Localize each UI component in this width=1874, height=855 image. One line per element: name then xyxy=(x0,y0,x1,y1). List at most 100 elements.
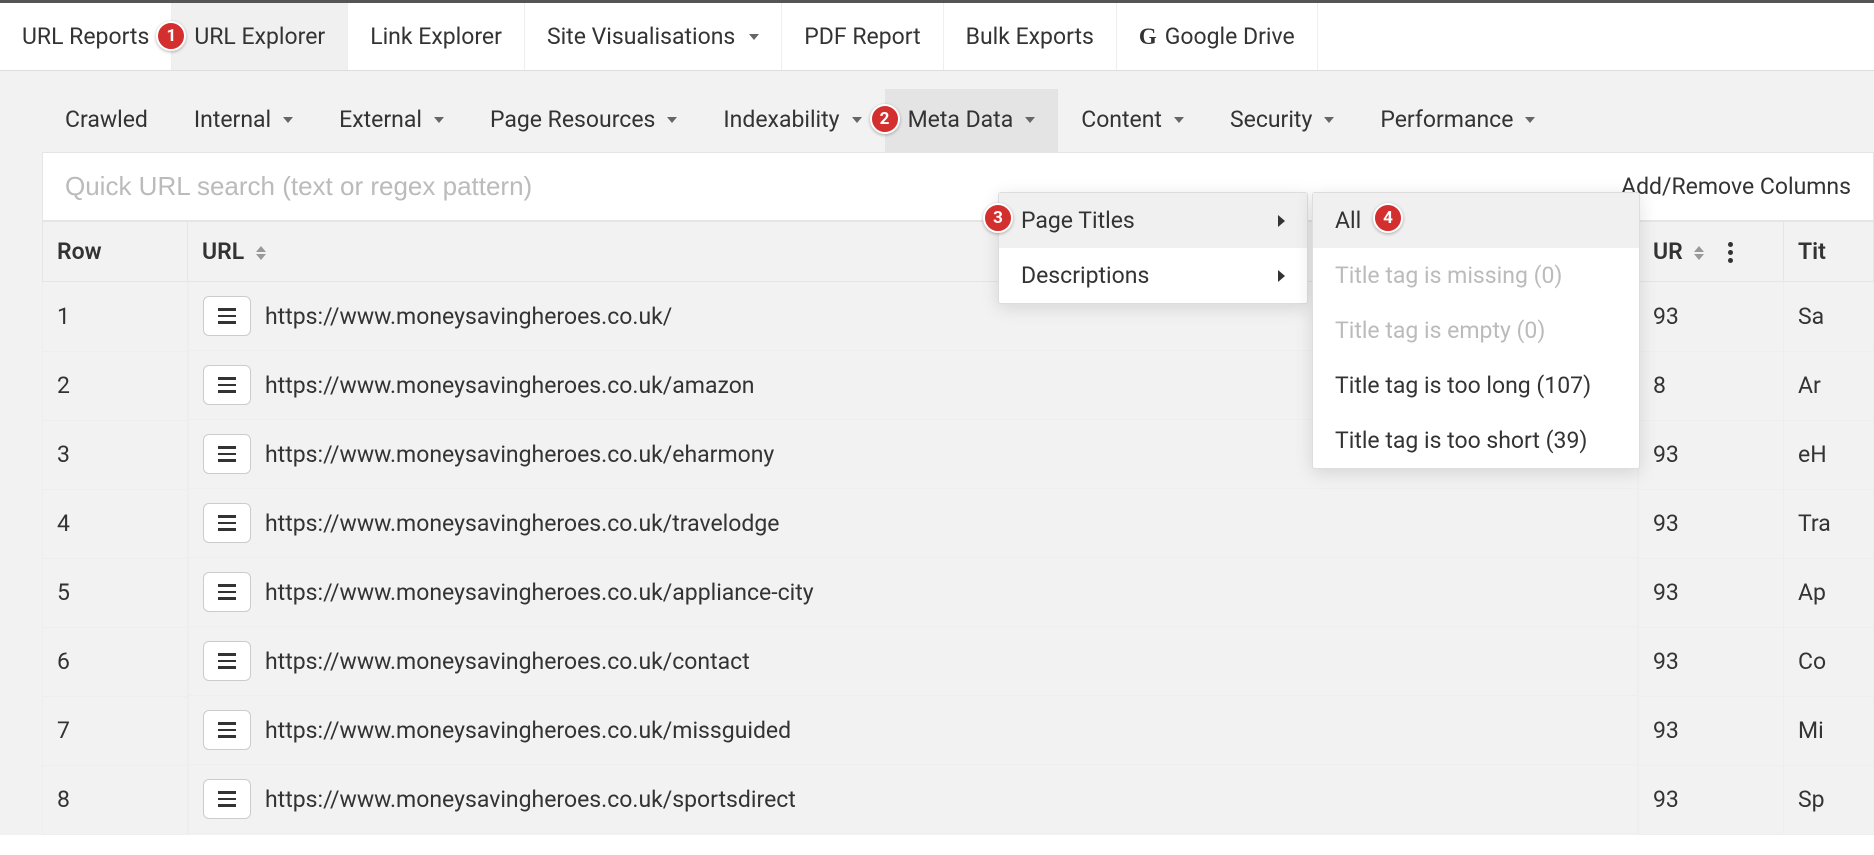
cell-url: https://www.moneysavingheroes.co.uk/spor… xyxy=(188,765,1638,834)
row-menu-button[interactable] xyxy=(203,641,251,681)
nav-url-reports[interactable]: URL Reports xyxy=(0,3,172,70)
chevron-down-icon xyxy=(1025,117,1035,123)
subnav-security[interactable]: Security xyxy=(1207,89,1357,152)
cell-row: 2 xyxy=(43,351,188,420)
chevron-down-icon xyxy=(852,117,862,123)
menu-item-all[interactable]: All 4 xyxy=(1313,193,1639,248)
cell-row: 8 xyxy=(43,765,188,834)
url-text[interactable]: https://www.moneysavingheroes.co.uk/cont… xyxy=(265,648,750,675)
subnav-label: External xyxy=(339,106,422,133)
sort-icon[interactable] xyxy=(256,246,266,260)
nav-label: Link Explorer xyxy=(370,23,502,50)
cell-row: 6 xyxy=(43,627,188,696)
chevron-right-icon xyxy=(1278,215,1285,227)
subnav-crawled[interactable]: Crawled xyxy=(42,89,171,152)
cell-title: Mi xyxy=(1784,696,1874,765)
nav-label: PDF Report xyxy=(804,23,920,50)
kebab-icon[interactable] xyxy=(1728,242,1733,263)
row-menu-button[interactable] xyxy=(203,710,251,750)
menu-item-too-long[interactable]: Title tag is too long (107) xyxy=(1313,358,1639,413)
hamburger-icon xyxy=(218,653,236,669)
menu-label: Title tag is too long (107) xyxy=(1335,372,1591,399)
chevron-down-icon xyxy=(283,117,293,123)
nav-bulk-exports[interactable]: Bulk Exports xyxy=(944,3,1117,70)
row-menu-button[interactable] xyxy=(203,365,251,405)
nav-label: URL Reports xyxy=(22,23,149,50)
chevron-right-icon xyxy=(1278,270,1285,282)
cell-ur: 93 xyxy=(1639,558,1784,627)
nav-url-explorer[interactable]: 1 URL Explorer xyxy=(172,3,348,70)
add-remove-columns[interactable]: Add/Remove Columns xyxy=(1599,173,1873,200)
menu-item-missing: Title tag is missing (0) xyxy=(1313,248,1639,303)
menu-item-page-titles[interactable]: 3 Page Titles xyxy=(999,193,1307,248)
col-label: URL xyxy=(202,238,244,265)
url-text[interactable]: https://www.moneysavingheroes.co.uk/miss… xyxy=(265,717,791,744)
menu-label: Title tag is missing (0) xyxy=(1335,262,1562,289)
cell-ur: 93 xyxy=(1639,765,1784,834)
col-row[interactable]: Row xyxy=(43,222,188,282)
chevron-down-icon xyxy=(1174,117,1184,123)
nav-site-visualisations[interactable]: Site Visualisations xyxy=(525,3,782,70)
row-menu-button[interactable] xyxy=(203,779,251,819)
nav-label: Google Drive xyxy=(1165,23,1295,50)
url-text[interactable]: https://www.moneysavingheroes.co.uk/ xyxy=(265,303,672,330)
nav-label: URL Explorer xyxy=(194,23,325,50)
cell-title: Sa xyxy=(1784,282,1874,352)
hamburger-icon xyxy=(218,377,236,393)
nav-link-explorer[interactable]: Link Explorer xyxy=(348,3,525,70)
nav-google-drive[interactable]: G Google Drive xyxy=(1117,3,1318,70)
chevron-down-icon xyxy=(749,34,759,40)
subnav-label: Content xyxy=(1081,106,1162,133)
nav-pdf-report[interactable]: PDF Report xyxy=(782,3,943,70)
cell-title: Tra xyxy=(1784,489,1874,558)
cell-row: 3 xyxy=(43,420,188,489)
url-text[interactable]: https://www.moneysavingheroes.co.uk/amaz… xyxy=(265,372,755,399)
subnav-indexability[interactable]: Indexability xyxy=(700,89,884,152)
nav-label: Site Visualisations xyxy=(547,23,735,50)
hamburger-icon xyxy=(218,791,236,807)
col-ur[interactable]: UR xyxy=(1639,222,1784,282)
col-title[interactable]: Tit xyxy=(1784,222,1874,282)
subnav-meta-data[interactable]: 2 Meta Data xyxy=(885,89,1059,152)
hamburger-icon xyxy=(218,515,236,531)
url-text[interactable]: https://www.moneysavingheroes.co.uk/spor… xyxy=(265,786,796,813)
badge-1: 1 xyxy=(156,21,186,51)
url-text[interactable]: https://www.moneysavingheroes.co.uk/appl… xyxy=(265,579,814,606)
menu-label: Page Titles xyxy=(1021,207,1135,234)
url-text[interactable]: https://www.moneysavingheroes.co.uk/ehar… xyxy=(265,441,774,468)
url-text[interactable]: https://www.moneysavingheroes.co.uk/trav… xyxy=(265,510,779,537)
subnav-label: Performance xyxy=(1380,106,1513,133)
subnav-content[interactable]: Content xyxy=(1058,89,1207,152)
row-menu-button[interactable] xyxy=(203,296,251,336)
cell-url: https://www.moneysavingheroes.co.uk/appl… xyxy=(188,558,1638,627)
table-row: 4 https://www.moneysavingheroes.co.uk/tr… xyxy=(43,489,1874,558)
cell-title: Co xyxy=(1784,627,1874,696)
google-icon: G xyxy=(1139,24,1157,50)
subnav-page-resources[interactable]: Page Resources xyxy=(467,89,700,152)
cell-url: https://www.moneysavingheroes.co.uk/miss… xyxy=(188,696,1638,765)
subnav-label: Security xyxy=(1230,106,1312,133)
subnav-more[interactable] xyxy=(1558,89,1874,152)
cell-ur: 8 xyxy=(1639,351,1784,420)
top-nav: URL Reports 1 URL Explorer Link Explorer… xyxy=(0,3,1874,71)
sort-icon[interactable] xyxy=(1694,246,1704,260)
subnav-external[interactable]: External xyxy=(316,89,467,152)
cell-title: eH xyxy=(1784,420,1874,489)
cell-url: https://www.moneysavingheroes.co.uk/trav… xyxy=(188,489,1638,558)
hamburger-icon xyxy=(218,446,236,462)
subnav-performance[interactable]: Performance xyxy=(1357,89,1558,152)
menu-item-empty: Title tag is empty (0) xyxy=(1313,303,1639,358)
cell-row: 1 xyxy=(43,282,188,352)
badge-3: 3 xyxy=(983,203,1013,233)
hamburger-icon xyxy=(218,584,236,600)
subnav-internal[interactable]: Internal xyxy=(171,89,316,152)
menu-item-too-short[interactable]: Title tag is too short (39) xyxy=(1313,413,1639,468)
menu-label: Title tag is too short (39) xyxy=(1335,427,1587,454)
menu-item-descriptions[interactable]: Descriptions xyxy=(999,248,1307,303)
table-row: 8 https://www.moneysavingheroes.co.uk/sp… xyxy=(43,765,1874,834)
row-menu-button[interactable] xyxy=(203,572,251,612)
row-menu-button[interactable] xyxy=(203,503,251,543)
badge-4: 4 xyxy=(1373,203,1403,233)
row-menu-button[interactable] xyxy=(203,434,251,474)
chevron-down-icon xyxy=(667,117,677,123)
